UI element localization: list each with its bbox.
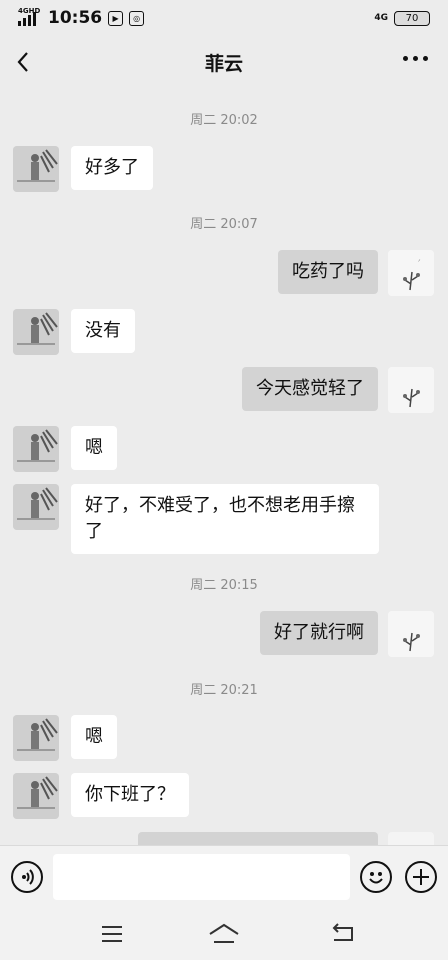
message-bubble[interactable]: 你下班了？ xyxy=(71,773,189,817)
message-bubble[interactable]: 吃药了吗 xyxy=(278,250,378,294)
chat-header: 菲云 xyxy=(0,36,448,88)
message-bubble-partial[interactable] xyxy=(138,832,378,845)
home-icon xyxy=(209,923,239,943)
voice-button[interactable] xyxy=(11,861,43,893)
avatar-image xyxy=(388,367,434,413)
my-avatar[interactable] xyxy=(388,832,434,845)
avatar-image: ᐟ xyxy=(388,250,434,296)
message-bubble[interactable]: 没有 xyxy=(71,309,135,353)
timestamp: 周二 20:02 xyxy=(190,113,258,128)
avatar-image xyxy=(13,715,59,761)
emoji-icon xyxy=(369,872,383,884)
nav-home-button[interactable] xyxy=(208,922,240,944)
contact-avatar[interactable] xyxy=(13,426,59,472)
message-line: 了 xyxy=(85,521,103,542)
contact-avatar[interactable] xyxy=(13,773,59,819)
network-type: 4G xyxy=(374,12,388,23)
more-functions-button[interactable] xyxy=(405,861,437,893)
chevron-left-icon xyxy=(17,52,28,72)
message-line: 好了，不难受了，也不想老用手擦 xyxy=(85,495,355,516)
my-avatar[interactable] xyxy=(388,367,434,413)
back-button[interactable] xyxy=(12,46,36,78)
clock: 10:56 xyxy=(48,8,103,28)
avatar-image xyxy=(388,611,434,657)
more-dots-icon xyxy=(403,56,408,61)
contact-avatar[interactable] xyxy=(13,309,59,355)
nav-back-button[interactable] xyxy=(330,922,354,944)
voice-icon xyxy=(22,869,34,885)
my-avatar[interactable]: ᐟ xyxy=(388,250,434,296)
notification-app-icon: ◎ xyxy=(129,10,145,26)
plus-icon xyxy=(413,869,429,885)
message-bubble[interactable]: 好了就行啊 xyxy=(260,611,378,655)
contact-avatar[interactable] xyxy=(13,146,59,192)
menu-icon xyxy=(102,926,122,942)
signal-icon: 4GHD xyxy=(18,7,40,27)
timestamp: 周二 20:15 xyxy=(190,578,258,593)
timestamp: 周二 20:07 xyxy=(190,217,258,232)
chat-title: 菲云 xyxy=(204,52,243,75)
message-bubble[interactable]: 今天感觉轻了 xyxy=(242,367,378,411)
contact-avatar[interactable] xyxy=(13,715,59,761)
message-list[interactable]: 周二 20:02 好多了 周二 20:07 吃药了吗 ᐟ 没有 今天感觉轻了 嗯… xyxy=(0,88,448,845)
battery-indicator: 70 xyxy=(394,10,430,26)
avatar-image xyxy=(13,146,59,192)
timestamp: 周二 20:21 xyxy=(190,683,258,698)
nav-menu-button[interactable] xyxy=(101,925,123,943)
video-app-icon: ▶ xyxy=(108,10,124,26)
system-nav-bar xyxy=(0,907,448,960)
more-button[interactable] xyxy=(403,56,428,61)
avatar-image xyxy=(13,309,59,355)
input-bar xyxy=(0,845,448,907)
avatar-image xyxy=(13,773,59,819)
message-bubble[interactable]: 嗯 xyxy=(71,426,117,470)
return-icon xyxy=(332,923,353,941)
message-bubble[interactable]: 好多了 xyxy=(71,146,153,190)
avatar-image xyxy=(13,426,59,472)
my-avatar[interactable] xyxy=(388,611,434,657)
message-bubble[interactable]: 好了，不难受了，也不想老用手擦 了 xyxy=(71,484,379,554)
contact-avatar[interactable] xyxy=(13,484,59,530)
avatar-image xyxy=(13,484,59,530)
message-bubble[interactable]: 嗯 xyxy=(71,715,117,759)
message-input[interactable] xyxy=(53,854,350,900)
emoji-button[interactable] xyxy=(360,861,392,893)
status-bar: 4GHD 10:56 ▶ ◎ 4G 70 xyxy=(0,0,448,36)
